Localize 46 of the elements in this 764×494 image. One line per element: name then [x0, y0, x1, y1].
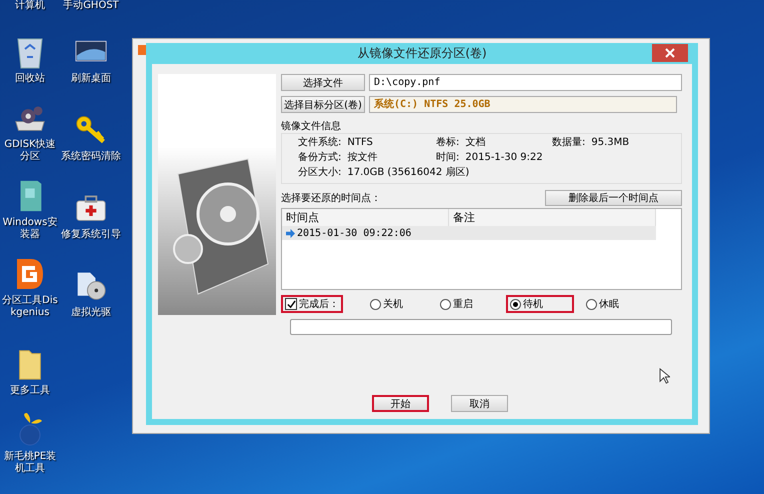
group-title: 镜像文件信息: [281, 120, 342, 133]
select-file-button[interactable]: 选择文件: [281, 74, 365, 91]
info-label: 备份方式:: [298, 151, 342, 165]
info-value: 文档: [465, 136, 486, 150]
desktop-icon-label[interactable]: GDISK快速分区: [0, 139, 60, 163]
file-path-field[interactable]: D:\copy.pnf: [369, 74, 682, 91]
timepoint-row[interactable]: 2015-01-30 09:22:06: [282, 226, 656, 240]
close-icon[interactable]: [652, 44, 688, 62]
desktop-icon-label[interactable]: 系统密码清除: [61, 151, 121, 163]
info-value: 95.3MB: [591, 136, 630, 150]
dialog-button[interactable]: 取消: [451, 395, 508, 412]
desktop-icon-label[interactable]: 新毛桃PE装机工具: [0, 451, 60, 475]
radio-option[interactable]: 重启: [436, 295, 504, 313]
info-value: 2015-1-30 9:22: [465, 151, 543, 165]
desktop-icon-label[interactable]: 回收站: [15, 73, 45, 85]
info-label: 数据量:: [552, 136, 586, 150]
desktop-icon-label[interactable]: Windows安装器: [0, 217, 60, 241]
select-target-partition-button[interactable]: 选择目标分区(卷): [281, 96, 365, 113]
desktop-icon-label[interactable]: 虚拟光驱: [71, 307, 111, 319]
radio-option[interactable]: 关机: [366, 295, 434, 313]
diskgenius-logo-icon[interactable]: [14, 257, 46, 291]
dialog-button[interactable]: 开始: [372, 395, 429, 412]
arrow-icon: [286, 228, 295, 238]
desktop-icon-label[interactable]: 计算机: [15, 0, 45, 12]
timepoint-label: 选择要还原的时间点：: [281, 192, 381, 204]
mouse-pointer-icon: [659, 368, 670, 384]
checkmark-icon: [286, 300, 296, 308]
after-completion-checkbox[interactable]: 完成后：: [281, 295, 343, 313]
desktop-icon-label[interactable]: 手动GHOST: [63, 0, 119, 12]
info-value: NTFS: [347, 136, 373, 150]
radio-option[interactable]: 休眠: [582, 295, 623, 313]
info-label: 卷标:: [436, 136, 460, 150]
info-value: 17.0GB (35616042 扇区): [347, 166, 470, 180]
info-value: 按文件: [347, 151, 378, 165]
desktop-icon-label[interactable]: 修复系统引导: [61, 229, 121, 241]
delete-last-timepoint-button[interactable]: 删除最后一个时间点: [545, 190, 682, 206]
radio-option[interactable]: 待机: [506, 295, 574, 313]
desktop-icon-label[interactable]: 刷新桌面: [71, 73, 111, 85]
desktop-icon-label[interactable]: 更多工具: [10, 385, 50, 397]
desktop-icon-label[interactable]: 分区工具Diskgenius: [0, 295, 60, 319]
target-partition-field: 系统(C:) NTFS 25.0GB: [369, 96, 677, 113]
info-label: 时间:: [436, 151, 460, 165]
info-label: 文件系统:: [298, 136, 342, 150]
info-label: 分区大小:: [298, 166, 342, 180]
timepoint-text: 2015-01-30 09:22:06: [297, 228, 412, 238]
dialog-title: 从镜像文件还原分区(卷): [357, 45, 487, 62]
